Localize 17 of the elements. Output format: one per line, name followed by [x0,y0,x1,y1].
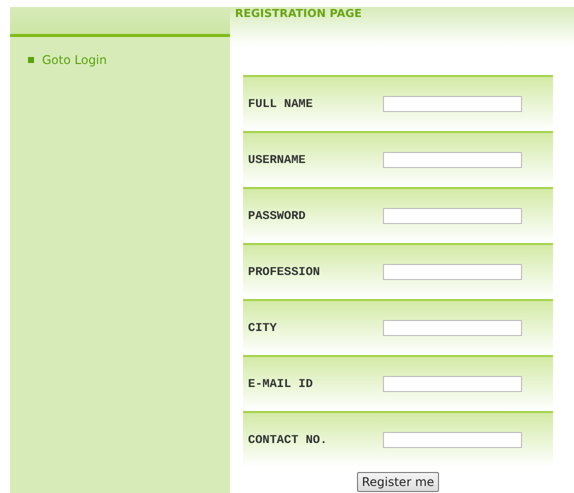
input-field[interactable] [383,320,522,336]
input-field[interactable] [383,432,522,448]
bullet-icon [28,57,34,63]
input-field[interactable] [383,376,522,392]
input-field[interactable] [383,264,522,280]
field-label: CITY [248,320,278,337]
field-label: USERNAME [248,152,307,169]
field-label: E-MAIL ID [248,376,314,393]
input-field[interactable] [383,96,522,112]
field-label: CONTACT NO. [248,432,328,449]
field-label: PASSWORD [248,208,307,225]
input-field[interactable] [383,152,522,168]
field-label: PROFESSION [248,264,322,281]
input-field[interactable] [383,208,522,224]
page-title: REGISTRATION PAGE [235,7,363,21]
register-button[interactable]: Register me [356,472,440,492]
field-label: FULL NAME [248,96,314,113]
